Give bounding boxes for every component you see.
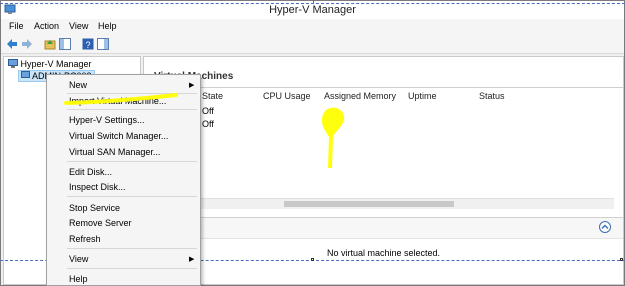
virtual-machines-header: Virtual Machines bbox=[144, 57, 623, 88]
show-hide-tree-icon[interactable] bbox=[59, 38, 71, 50]
main-pane: Virtual Machines State CPU Usage Assigne… bbox=[143, 56, 624, 285]
submenu-arrow-icon: ▶ bbox=[189, 82, 195, 89]
collapse-up-icon[interactable] bbox=[599, 221, 611, 233]
action-pane-icon[interactable] bbox=[97, 38, 109, 50]
menu-item-view[interactable]: View bbox=[69, 254, 88, 264]
menu-item-import-virtual-machine[interactable]: Import Virtual Machine... bbox=[69, 96, 166, 106]
menu-item-stop-service[interactable]: Stop Service bbox=[69, 203, 120, 213]
submenu-arrow-icon: ▶ bbox=[189, 256, 195, 263]
column-header-state[interactable]: State bbox=[202, 91, 223, 101]
column-header-assigned-memory[interactable]: Assigned Memory bbox=[324, 91, 396, 101]
no-vm-selected-message: No virtual machine selected. bbox=[326, 248, 441, 258]
menu-separator bbox=[67, 161, 197, 162]
annotation-dashed-line bbox=[313, 0, 314, 3]
menu-item-hyper-v-settings[interactable]: Hyper-V Settings... bbox=[69, 115, 145, 125]
annotation-dashed-line bbox=[0, 3, 625, 4]
annotation-handle bbox=[311, 258, 314, 261]
menu-file[interactable]: File bbox=[9, 21, 24, 31]
menu-item-virtual-switch-manager[interactable]: Virtual Switch Manager... bbox=[69, 131, 168, 141]
window-title: Hyper-V Manager bbox=[269, 4, 356, 16]
menu-view[interactable]: View bbox=[69, 21, 88, 31]
horizontal-scrollbar[interactable] bbox=[144, 198, 614, 209]
column-header-uptime[interactable]: Uptime bbox=[408, 91, 437, 101]
menu-item-virtual-san-manager[interactable]: Virtual SAN Manager... bbox=[69, 147, 160, 157]
menu-item-refresh[interactable]: Refresh bbox=[69, 234, 101, 244]
table-row-state[interactable]: Off bbox=[202, 119, 214, 129]
menu-separator bbox=[67, 196, 197, 197]
table-row-state[interactable]: Off bbox=[202, 106, 214, 116]
menu-item-new[interactable]: New bbox=[69, 80, 87, 90]
svg-text:?: ? bbox=[85, 40, 90, 50]
column-header-status[interactable]: Status bbox=[479, 91, 505, 101]
menu-separator bbox=[67, 268, 197, 269]
tree-root-label: Hyper-V Manager bbox=[20, 59, 92, 69]
scrollbar-thumb[interactable] bbox=[284, 201, 454, 207]
menu-item-edit-disk[interactable]: Edit Disk... bbox=[69, 167, 112, 177]
menu-separator bbox=[67, 109, 197, 110]
help-icon[interactable]: ? bbox=[82, 38, 94, 50]
forward-arrow-icon[interactable] bbox=[21, 38, 33, 50]
menu-help[interactable]: Help bbox=[98, 21, 117, 31]
menu-separator bbox=[67, 248, 197, 249]
back-arrow-icon[interactable] bbox=[6, 38, 18, 50]
menu-action[interactable]: Action bbox=[34, 21, 59, 31]
column-header-cpu-usage[interactable]: CPU Usage bbox=[263, 91, 311, 101]
menu-item-help[interactable]: Help bbox=[69, 274, 88, 284]
tree-root-hyper-v-manager[interactable]: Hyper-V Manager bbox=[8, 59, 92, 69]
folder-up-icon[interactable] bbox=[44, 38, 56, 50]
menu-item-remove-server[interactable]: Remove Server bbox=[69, 218, 132, 228]
menu-bar: File Action View Help bbox=[1, 19, 624, 35]
toolbar: ? bbox=[1, 35, 624, 54]
details-header: s bbox=[144, 217, 623, 239]
context-menu: New ▶ Import Virtual Machine... Hyper-V … bbox=[46, 74, 201, 286]
server-icon bbox=[21, 71, 30, 78]
annotation-handle bbox=[620, 258, 623, 261]
menu-item-inspect-disk[interactable]: Inspect Disk... bbox=[69, 182, 126, 192]
virtual-machines-table: State CPU Usage Assigned Memory Uptime S… bbox=[144, 88, 623, 198]
hyper-v-manager-icon bbox=[8, 59, 18, 68]
menu-separator bbox=[67, 93, 197, 94]
